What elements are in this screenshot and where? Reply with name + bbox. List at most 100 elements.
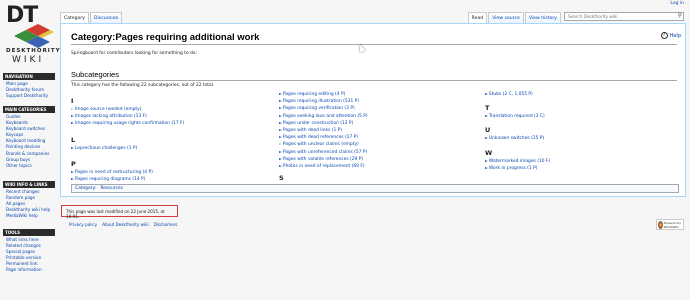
subcategory-link[interactable]: ►Pages with volatile references (29 P) — [279, 156, 368, 163]
sidebar-item[interactable]: Page information — [6, 267, 55, 273]
privacy-policy-link[interactable]: Privacy policy — [69, 222, 97, 227]
letter-heading: T — [485, 104, 490, 113]
mediawiki-logo-icon — [658, 220, 663, 229]
expand-icon[interactable]: ► — [279, 163, 282, 168]
subcategory-link[interactable]: ►Pages with dead links (1 P) — [279, 127, 368, 134]
expand-icon[interactable]: ► — [279, 134, 282, 139]
subcategory-link[interactable]: ►Pages with dead references (17 P) — [279, 134, 368, 141]
subcategory-link[interactable]: ►Photos in need of replacement (69 F) — [279, 163, 368, 170]
subcategory-link[interactable]: ►Leprechaun challenges (1 P) — [71, 145, 184, 152]
expand-icon[interactable]: ► — [279, 149, 282, 154]
subcategory-link[interactable]: ►Stubs (2 C, 1,055 P) — [485, 91, 550, 98]
subcategory-column-2: ►Pages requiring editing (4 P) ►Pages re… — [279, 91, 368, 183]
subcategories-divider — [71, 80, 677, 81]
sidebar-item[interactable]: MediaWiki help — [6, 213, 55, 219]
subcategory-link[interactable]: ►Watermarked images (10 F) — [485, 158, 550, 165]
help-icon: ? — [660, 32, 668, 39]
category-links-box: Category: Resources — [71, 184, 679, 193]
help-label[interactable]: Help — [670, 33, 681, 39]
sidebar-heading: WIKI INFO & LINKS — [3, 181, 55, 188]
sidebar-heading: MAIN CATEGORIES — [3, 106, 55, 113]
letter-heading: P — [71, 159, 76, 168]
subcategory-link[interactable]: ►Pages with unreferenced claims (57 P) — [279, 149, 368, 156]
expand-icon[interactable]: ► — [485, 91, 488, 96]
sidebar-main-categories: MAIN CATEGORIES Guides Keyboards Keyboar… — [3, 106, 55, 169]
expand-icon[interactable]: ► — [279, 120, 282, 125]
search-input[interactable]: Search Deskthority wiki — [564, 12, 684, 21]
expand-icon[interactable]: ► — [71, 120, 74, 125]
expand-icon[interactable]: ► — [485, 158, 488, 163]
subcategories-heading: Subcategories — [71, 70, 119, 79]
expand-icon[interactable]: ► — [485, 165, 488, 170]
site-logo[interactable]: DT DESKTHORITY WIKI — [4, 3, 60, 65]
search-icon[interactable]: ⚲ — [678, 12, 682, 19]
sidebar-wiki-info: WIKI INFO & LINKS Recent changes Random … — [3, 181, 55, 219]
subcategory-link[interactable]: ►Unknown switches (25 P) — [485, 135, 550, 142]
footer-links: Privacy policy About Deskthority wiki Di… — [69, 222, 177, 227]
subcategory-link[interactable]: ►Pages in need of restructuring (4 P) — [71, 169, 184, 176]
subcategory-column-1: I ►Image source needed (empty) ►Images l… — [71, 94, 184, 183]
sidebar-item[interactable]: Support Deskthority — [6, 93, 55, 99]
subcategory-link[interactable]: ►Pages with unclear claims (empty) — [279, 141, 368, 148]
last-modified-notice: This page was last modified on 22 June 2… — [61, 205, 178, 219]
login-link[interactable]: Log in — [670, 1, 684, 6]
content-area: Category:Pages requiring additional work… — [60, 23, 686, 197]
letter-heading: W — [485, 148, 493, 157]
title-divider — [71, 44, 677, 45]
subcategory-link[interactable]: ►Pages requiring verification (3 P) — [279, 105, 368, 112]
expand-icon[interactable]: ► — [279, 105, 282, 110]
disclaimers-link[interactable]: Disclaimers — [154, 222, 178, 227]
categories-label[interactable]: Category: — [75, 186, 96, 191]
letter-heading: S — [279, 174, 284, 183]
expand-icon[interactable]: ► — [279, 156, 282, 161]
letter-heading: I — [71, 97, 74, 105]
subcategory-link[interactable]: ►Translation required (3 C) — [485, 113, 550, 120]
expand-icon[interactable]: ► — [279, 91, 282, 96]
expand-icon[interactable]: ► — [71, 145, 74, 150]
tab-read[interactable]: Read — [467, 12, 488, 23]
expand-icon[interactable]: ► — [71, 169, 74, 174]
expand-icon[interactable]: ► — [71, 106, 74, 111]
sidebar-tools: TOOLS What links here Related changes Sp… — [3, 229, 55, 274]
subcategory-count: This category has the following 22 subca… — [71, 83, 215, 88]
tab-view-source[interactable]: View source — [488, 12, 524, 23]
about-link[interactable]: About Deskthority wiki — [102, 222, 148, 227]
category-description: Springboard for contributors looking for… — [71, 51, 197, 56]
category-link-resources[interactable]: Resources — [100, 186, 122, 191]
logo-word-deskthority: DESKTHORITY — [6, 48, 61, 54]
subcategory-link[interactable]: ►Pages requiring illustration (531 P) — [279, 98, 368, 105]
expand-icon[interactable]: ► — [71, 176, 74, 181]
subcategory-link[interactable]: ►Image source needed (empty) — [71, 106, 184, 113]
subcategory-link[interactable]: ►Images lacking attribution (13 F) — [71, 113, 184, 120]
tab-category[interactable]: Category — [60, 12, 89, 23]
badge-label: Powered by MediaWiki — [663, 220, 681, 229]
expand-icon[interactable]: ► — [71, 113, 74, 118]
powered-by-mediawiki-badge[interactable]: Powered by MediaWiki — [656, 219, 684, 230]
letter-heading: L — [71, 135, 76, 144]
help-link[interactable]: ? Help — [660, 32, 681, 39]
expand-icon[interactable]: ► — [279, 98, 282, 103]
logo-word-wiki: WIKI — [12, 55, 45, 65]
subcategory-link[interactable]: ►Pages under construction (12 P) — [279, 120, 368, 127]
subcategory-link[interactable]: ►Pages requiring editing (4 P) — [279, 91, 368, 98]
view-tabs: Read View source View history — [467, 12, 562, 23]
sidebar-navigation: NAVIGATION Main page Deskthority forum S… — [3, 73, 55, 99]
subcategory-column-3: ►Stubs (2 C, 1,055 P) T ►Translation req… — [485, 91, 550, 172]
sidebar-item[interactable]: Other topics — [6, 163, 55, 169]
subcategory-link[interactable]: ►Work in progress (1 P) — [485, 165, 550, 172]
subcategory-link[interactable]: ►Pages requiring diagrams (14 P) — [71, 176, 184, 183]
tab-view-history[interactable]: View history — [524, 12, 561, 23]
logo-letters: DT — [6, 3, 38, 28]
subcategory-link[interactable]: ►Images requiring usage rights confirmat… — [71, 120, 184, 127]
sidebar-heading: TOOLS — [3, 229, 55, 236]
expand-icon[interactable]: ► — [279, 113, 282, 118]
expand-icon[interactable]: ► — [485, 135, 488, 140]
expand-icon[interactable]: ► — [279, 127, 282, 132]
subcategory-link[interactable]: ►Pages seeking love and attention (5 P) — [279, 113, 368, 120]
tab-discussion[interactable]: Discussion — [89, 12, 123, 23]
expand-icon[interactable]: ► — [485, 113, 488, 118]
page-title: Category:Pages requiring additional work — [71, 32, 260, 43]
category-separator — [98, 186, 99, 191]
letter-heading: U — [485, 126, 491, 135]
expand-icon[interactable]: ► — [279, 141, 282, 146]
